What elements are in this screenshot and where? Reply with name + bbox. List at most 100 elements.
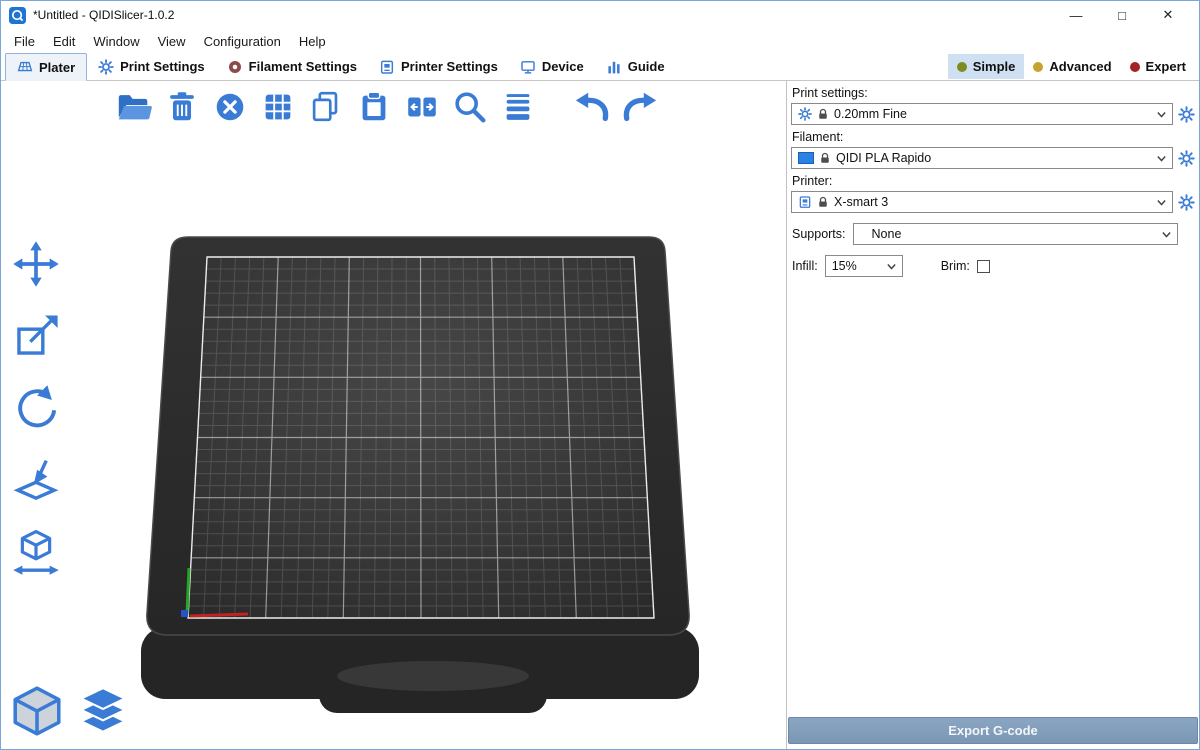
mode-expert[interactable]: Expert <box>1121 54 1195 79</box>
split-button[interactable] <box>403 88 441 126</box>
menu-help[interactable]: Help <box>290 31 335 52</box>
flatten-icon <box>11 455 61 505</box>
infill-combo[interactable]: 15% <box>825 255 903 277</box>
menu-view[interactable]: View <box>149 31 195 52</box>
tab-label: Guide <box>628 59 665 74</box>
maximize-button[interactable]: □ <box>1099 1 1145 29</box>
guide-bars-icon <box>606 59 622 75</box>
place-on-face-button[interactable] <box>9 453 63 507</box>
filament-color-swatch <box>798 152 814 164</box>
arrange-grid-icon <box>259 88 297 126</box>
app-icon <box>9 7 26 24</box>
split-icon <box>403 88 441 126</box>
infill-value: 15% <box>832 259 880 273</box>
tab-label: Plater <box>39 60 75 75</box>
monitor-icon <box>520 59 536 75</box>
undo-icon <box>573 88 611 126</box>
preview-button[interactable] <box>75 683 131 739</box>
undo-button[interactable] <box>573 88 611 126</box>
copy-button[interactable] <box>307 88 345 126</box>
menu-configuration[interactable]: Configuration <box>195 31 290 52</box>
print-settings-gear-button[interactable] <box>1178 105 1196 123</box>
scale-icon <box>11 311 61 361</box>
measure-button[interactable] <box>9 525 63 579</box>
expert-dot-icon <box>1130 62 1140 72</box>
search-icon <box>451 88 489 126</box>
gear-icon <box>1178 150 1195 167</box>
printer-icon <box>379 59 395 75</box>
trash-icon <box>163 88 201 126</box>
y-axis-marker <box>187 568 189 614</box>
filament-combo[interactable]: QIDI PLA Rapido <box>791 147 1173 169</box>
chevron-down-icon <box>1155 152 1168 165</box>
filament-value: QIDI PLA Rapido <box>836 151 1150 165</box>
supports-combo[interactable]: None <box>853 223 1178 245</box>
delete-all-button[interactable] <box>211 88 249 126</box>
gear-icon <box>98 59 114 75</box>
print-settings-combo[interactable]: 0.20mm Fine <box>791 103 1173 125</box>
chevron-down-icon <box>1155 196 1168 209</box>
printer-combo[interactable]: X-smart 3 <box>791 191 1173 213</box>
measure-icon <box>11 527 61 577</box>
tab-guide[interactable]: Guide <box>595 53 676 80</box>
circle-x-icon <box>211 88 249 126</box>
titlebar: *Untitled - QIDISlicer-1.0.2 — □ ✕ <box>1 1 1199 29</box>
viewport-3d[interactable] <box>1 81 787 749</box>
plater-icon <box>17 59 33 75</box>
view-mode-toolbar <box>9 683 131 739</box>
tab-device[interactable]: Device <box>509 53 595 80</box>
build-plate-scene[interactable] <box>1 81 786 749</box>
mode-simple[interactable]: Simple <box>948 54 1025 79</box>
brim-label: Brim: <box>941 259 970 273</box>
tab-label: Printer Settings <box>401 59 498 74</box>
lock-icon <box>819 152 831 164</box>
variable-layer-height-button[interactable] <box>499 88 537 126</box>
menu-edit[interactable]: Edit <box>44 31 84 52</box>
tab-plater[interactable]: Plater <box>5 53 87 81</box>
tab-print-settings[interactable]: Print Settings <box>87 53 216 80</box>
mode-advanced[interactable]: Advanced <box>1024 54 1120 79</box>
minimize-button[interactable]: — <box>1053 1 1099 29</box>
rotate-button[interactable] <box>9 381 63 435</box>
folder-open-icon <box>115 88 153 126</box>
menu-window[interactable]: Window <box>84 31 148 52</box>
move-icon <box>11 239 61 289</box>
menubar: File Edit Window View Configuration Help <box>1 29 1199 53</box>
search-button[interactable] <box>451 88 489 126</box>
export-gcode-button[interactable]: Export G-code <box>788 717 1198 744</box>
supports-value: None <box>860 227 1155 241</box>
rotate-icon <box>11 383 61 433</box>
print-settings-value: 0.20mm Fine <box>834 107 1150 121</box>
infill-label: Infill: <box>792 259 818 273</box>
plate-handle-recess <box>337 661 529 691</box>
tabbar: Plater Print Settings Filament Settings … <box>1 53 1199 81</box>
brim-checkbox[interactable] <box>977 260 990 273</box>
printer-icon <box>798 195 812 209</box>
main-area: Print settings: 0.20mm Fine Filament: QI… <box>1 81 1199 749</box>
close-button[interactable]: ✕ <box>1145 1 1191 29</box>
tab-printer-settings[interactable]: Printer Settings <box>368 53 509 80</box>
printer-gear-button[interactable] <box>1178 193 1196 211</box>
window-controls: — □ ✕ <box>1053 1 1191 29</box>
z-axis-marker <box>181 610 188 617</box>
chevron-down-icon <box>1160 228 1173 241</box>
redo-icon <box>621 88 659 126</box>
open-button[interactable] <box>115 88 153 126</box>
tab-filament-settings[interactable]: Filament Settings <box>216 53 368 80</box>
arrange-button[interactable] <box>259 88 297 126</box>
x-axis-marker <box>190 614 248 616</box>
window-title: *Untitled - QIDISlicer-1.0.2 <box>33 8 174 22</box>
menu-file[interactable]: File <box>5 31 44 52</box>
redo-button[interactable] <box>621 88 659 126</box>
copy-icon <box>307 88 345 126</box>
filament-gear-button[interactable] <box>1178 149 1196 167</box>
editor-view-button[interactable] <box>9 683 65 739</box>
paste-button[interactable] <box>355 88 393 126</box>
scale-button[interactable] <box>9 309 63 363</box>
move-button[interactable] <box>9 237 63 291</box>
paste-icon <box>355 88 393 126</box>
print-settings-label: Print settings: <box>792 86 1196 100</box>
filament-spool-icon <box>227 59 243 75</box>
gear-icon <box>1178 194 1195 211</box>
delete-button[interactable] <box>163 88 201 126</box>
